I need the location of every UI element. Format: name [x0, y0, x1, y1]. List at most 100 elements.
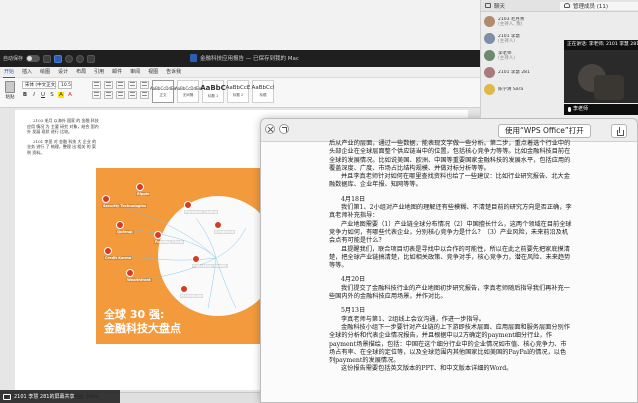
tab-3[interactable]: 设计: [57, 67, 69, 78]
speaker-video[interactable]: [564, 50, 638, 103]
avatar: [484, 16, 495, 27]
participant-row[interactable]: 李老师 (主持人): [481, 47, 557, 64]
align-left-icon[interactable]: [92, 91, 101, 99]
company-label: Kreditech: [214, 230, 236, 234]
participant-info: 陈学清 Sara: [498, 87, 523, 92]
clipboard-icon: [5, 81, 15, 93]
print-icon[interactable]: [87, 54, 96, 63]
align-right-icon[interactable]: [116, 91, 125, 99]
open-with-button[interactable]: 使用“WPS Office”打开: [498, 124, 591, 138]
rank-badge: [192, 255, 200, 263]
tab-0[interactable]: 开始: [3, 67, 16, 78]
participant-role: (主持人): [498, 55, 516, 61]
line-spacing-icon[interactable]: [140, 91, 149, 99]
expand-icon[interactable]: [279, 124, 289, 134]
tab-5[interactable]: 引用: [93, 67, 105, 78]
chat-icon: [485, 3, 491, 8]
bullets-icon[interactable]: [92, 81, 101, 89]
redo-icon[interactable]: [76, 54, 85, 63]
preview-paragraph: 并且李真老师针对如何在哪里查找资料也给了一些建议：比如行业研究报告、北大金融数据…: [329, 173, 570, 189]
window-title-text: 金融科技应用报告 — 已保存到我的 Mac: [200, 56, 299, 62]
font-color-button[interactable]: A: [67, 92, 73, 98]
speaker-name-tag: 李老师: [564, 104, 638, 115]
style-card[interactable]: AaBbCcl 标题: [252, 80, 274, 103]
preview-paragraph: 我们第1、2小组对产业地图的理解还有些模糊、不清楚目前的研究方向是否正确，李真老…: [329, 204, 572, 220]
participant-info: 李老师 (主持人): [498, 51, 515, 61]
video-background-shape: [594, 75, 624, 100]
undo-icon[interactable]: [65, 54, 74, 63]
preview-paragraph: 产业地图需要（1）产业链全球分布情况（2）中国擅长什么，这两个领域在目前全球竞争…: [329, 220, 572, 245]
participants-list: 2103 毛月青 (主持人, 我) 2101 李慧 (主持人) 李老师 (主持人) 2101…: [481, 13, 557, 98]
tab-participants[interactable]: 管理成员 (11): [560, 1, 638, 10]
participant-row[interactable]: 2101 李慧 281: [481, 64, 557, 81]
style-card[interactable]: AaBbCcE 标题 2: [225, 80, 251, 103]
embedded-slide-image: Security Technologies Ripple Personal Capi…: [96, 168, 268, 344]
tab-9[interactable]: 告诉我: [165, 67, 182, 78]
close-icon[interactable]: [265, 124, 275, 134]
style-sample: AaBbCcE: [225, 85, 251, 91]
style-sample: AaBbCcDdEe: [149, 85, 177, 91]
save-icon[interactable]: [54, 54, 63, 63]
align-center-icon[interactable]: [104, 91, 113, 99]
highlight-button[interactable]: A: [58, 92, 64, 98]
decrease-indent-icon[interactable]: [128, 81, 137, 89]
tab-chat[interactable]: 聊天: [481, 2, 560, 10]
company-label: Collective Health: [192, 264, 228, 268]
participant-info: 2101 李慧 281: [498, 70, 530, 75]
tab-7[interactable]: 审阅: [129, 67, 141, 78]
tab-2[interactable]: 绘图: [39, 67, 51, 78]
participant-row[interactable]: 2101 李慧 (主持人): [481, 30, 557, 47]
date-heading: 5月13日: [341, 307, 366, 315]
justify-icon[interactable]: [128, 91, 137, 99]
slide-heading-line1: 全球 30 强:: [104, 308, 165, 321]
active-speaker-label: 正在讲话: 李老师; 2101 李慧 281: [564, 40, 638, 50]
strikethrough-button[interactable]: S: [49, 92, 55, 98]
preview-paragraph: 我们提交了金融科技行业的产业地图初步研究报告，李真老师随后指导我们再补充一些国内…: [329, 284, 570, 301]
tab-participants-label: 管理成员 (11): [573, 3, 609, 10]
page-paragraph: 2103 毛月 以海外 国家 的 金融 科技 应用 情况 为 主要 研究 对象，…: [27, 118, 99, 134]
multilevel-icon[interactable]: [116, 81, 125, 89]
company-label: Qufenqi: [116, 230, 134, 234]
rank-badge: [154, 231, 162, 239]
participant-name: 2103 毛月青: [498, 16, 525, 22]
paste-button[interactable]: 粘贴: [3, 81, 17, 103]
screen-share-label: 2101 李慧 281的屏幕共享: [14, 394, 75, 400]
company-label: Personal Capital: [184, 210, 219, 214]
screen-share-bar[interactable]: 2101 李慧 281的屏幕共享: [0, 390, 120, 403]
font-size-select[interactable]: 10.5: [58, 81, 72, 89]
numbering-icon[interactable]: [104, 81, 113, 89]
speaker-name-text: 李老师: [573, 106, 589, 112]
avatar: [484, 50, 495, 61]
avatar: [484, 67, 495, 78]
rank-badge: [126, 269, 134, 277]
share-icon[interactable]: [611, 124, 627, 138]
italic-button[interactable]: I: [31, 92, 37, 98]
underline-button[interactable]: U: [40, 92, 46, 98]
tab-8[interactable]: 视图: [147, 67, 159, 78]
paste-label: 粘贴: [5, 95, 15, 100]
participant-row[interactable]: 2103 毛月青 (主持人, 我): [481, 13, 557, 30]
tab-6[interactable]: 邮件: [111, 67, 123, 78]
bold-button[interactable]: B: [22, 92, 28, 98]
preview-paragraph: 且提醒我们，联合项目切表是寻找中以合作的可能性，所以在此之前要先把家底摸清楚，把…: [329, 245, 571, 270]
monitor-icon: [3, 393, 11, 400]
autosave-toggle[interactable]: [26, 55, 41, 62]
increase-indent-icon[interactable]: [140, 81, 149, 89]
quick-access-toolbar: 自动保存: [3, 53, 96, 64]
slide-heading-line2: 金融科技大盘点: [104, 322, 181, 335]
meeting-tabs: 聊天 管理成员 (11): [481, 0, 638, 12]
style-card[interactable]: AaBbCcDdEe 正文: [149, 80, 177, 103]
rank-badge: [214, 221, 222, 229]
font-name-select[interactable]: 宋体 (中文正文): [22, 81, 56, 89]
style-sample: AaBbCcDdEe: [174, 85, 202, 91]
tab-4[interactable]: 布局: [75, 67, 87, 78]
tab-1[interactable]: 插入: [21, 67, 33, 78]
style-card[interactable]: AaBbC 标题 1: [200, 80, 226, 103]
home-icon[interactable]: [43, 54, 52, 63]
company-label: Funding Circle: [154, 240, 185, 244]
autosave-label: 自动保存: [3, 56, 24, 62]
participant-row[interactable]: 陈学清 Sara: [481, 81, 557, 98]
style-card[interactable]: AaBbCcDdEe 无间隔: [174, 80, 202, 103]
participant-role: (主持人): [498, 38, 516, 44]
word-titlebar: 自动保存 金融科技应用报告 — 已保存到我的 Mac: [0, 50, 480, 67]
